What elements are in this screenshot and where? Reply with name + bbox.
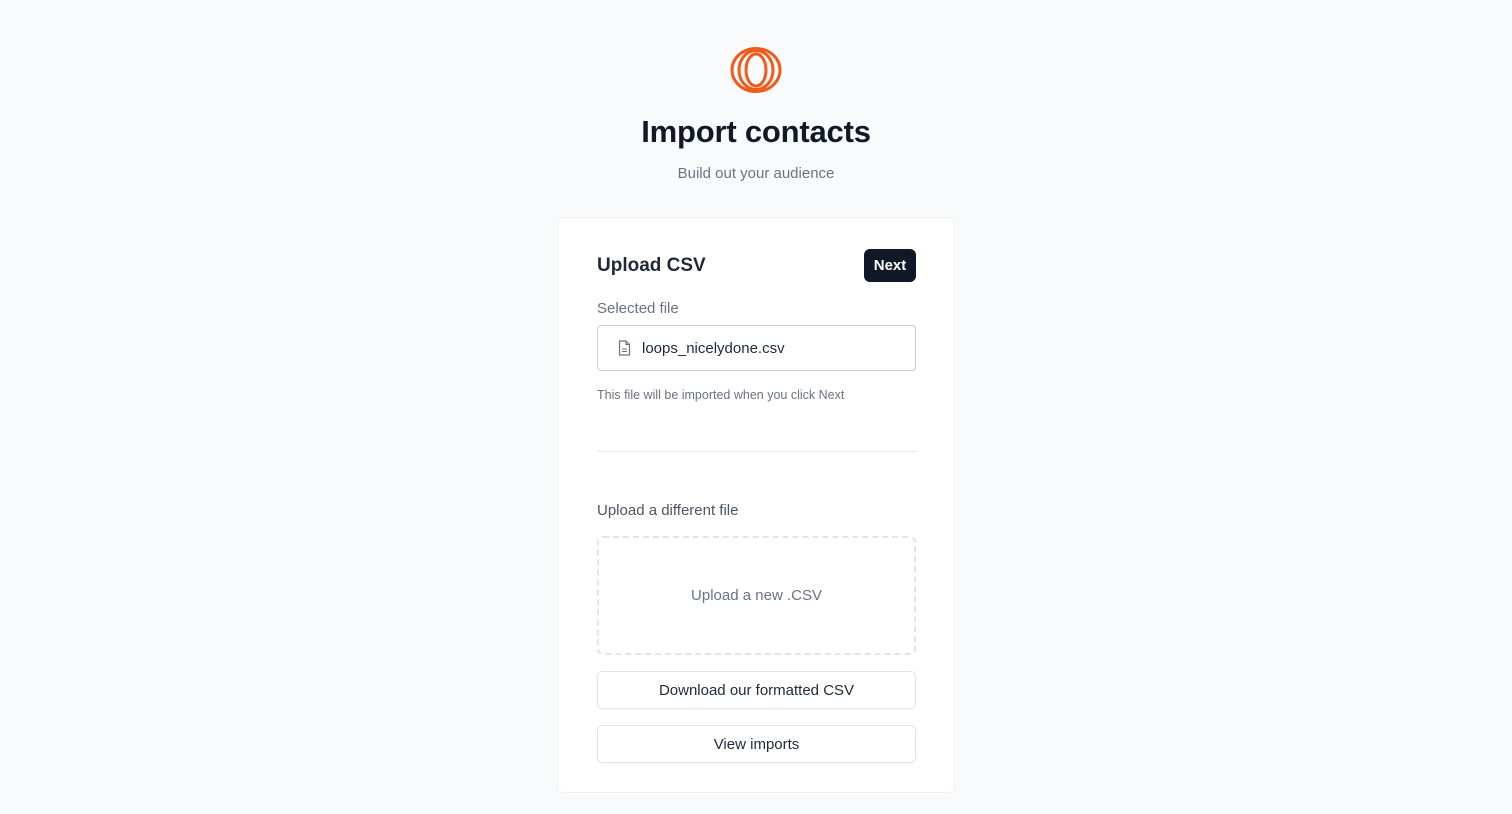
import-contacts-page: Import contacts Build out your audience … [0, 0, 1512, 814]
loops-logo-icon [729, 46, 783, 94]
next-button[interactable]: Next [864, 249, 916, 282]
page-subtitle: Build out your audience [677, 165, 835, 182]
page-title: Import contacts [641, 114, 871, 149]
file-document-icon [616, 339, 632, 357]
import-hint-text: This file will be imported when you clic… [597, 388, 845, 402]
selected-file-name: loops_nicelydone.csv [642, 339, 785, 357]
dropzone-label: Upload a new .CSV [691, 587, 822, 604]
csv-dropzone[interactable]: Upload a new .CSV [597, 536, 916, 655]
section-divider [597, 451, 916, 452]
upload-csv-card: Upload CSV Next Selected file loops_nice… [557, 217, 955, 793]
download-formatted-csv-button[interactable]: Download our formatted CSV [597, 671, 916, 709]
selected-file-label: Selected file [597, 300, 679, 317]
card-title: Upload CSV [597, 255, 706, 276]
view-imports-button[interactable]: View imports [597, 725, 916, 763]
selected-file-field: loops_nicelydone.csv [597, 325, 916, 371]
upload-different-file-label: Upload a different file [597, 502, 739, 519]
